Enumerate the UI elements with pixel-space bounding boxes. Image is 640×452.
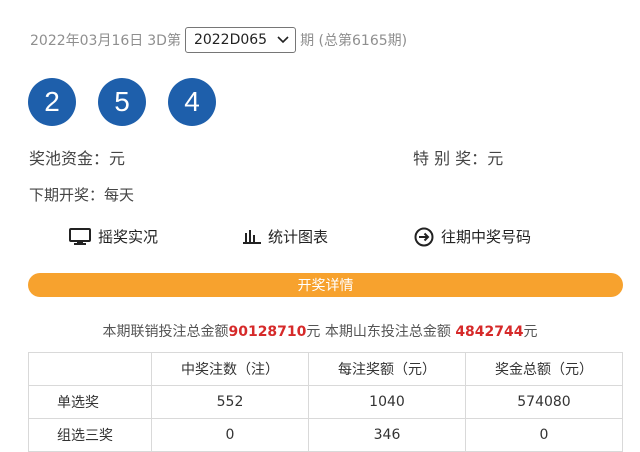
sales-suffix: 元	[523, 324, 538, 340]
prize-amount-cell: 1040	[308, 385, 466, 419]
sales-mid: 元 本期山东投注总金额	[306, 324, 456, 340]
monitor-icon	[69, 228, 91, 245]
winner-count-cell: 0	[151, 418, 309, 452]
pool-label: 奖池资金：	[29, 149, 110, 168]
arrow-circle-right-icon	[414, 227, 434, 247]
game-label: 3D第	[147, 33, 181, 49]
prize-name-cell: 单选奖	[28, 385, 152, 419]
table-row: 单选奖 552 1040 574080	[28, 385, 623, 419]
history-numbers-label: 往期中奖号码	[441, 228, 532, 246]
live-draw-label: 摇奖实况	[98, 228, 159, 246]
stats-chart-link[interactable]: 统计图表	[243, 226, 328, 247]
bar-chart-icon	[243, 229, 261, 245]
stats-chart-label: 统计图表	[268, 228, 329, 246]
number-ball: 2	[28, 78, 76, 126]
prize-table: 中奖注数（注） 每注奖额（元） 奖金总额（元） 单选奖 552 1040 574…	[28, 352, 623, 452]
shandong-sales-amount: 4842744	[455, 324, 524, 340]
issue-selected-value: 2022D065	[193, 32, 268, 48]
next-draw-value: 每天	[104, 186, 135, 204]
joint-sales-amount: 90128710	[228, 324, 307, 340]
table-header-row: 中奖注数（注） 每注奖额（元） 奖金总额（元）	[28, 352, 623, 386]
history-numbers-link[interactable]: 往期中奖号码	[414, 226, 531, 247]
number-ball: 4	[168, 78, 216, 126]
quick-links: 摇奖实况 统计图表 往期中奖号码	[0, 226, 640, 250]
period-text: 期 (总第6165期)	[300, 33, 408, 49]
table-header-cell	[28, 352, 152, 386]
number-ball: 5	[98, 78, 146, 126]
chevron-down-icon	[277, 34, 289, 47]
prize-total-cell: 574080	[465, 385, 623, 419]
live-draw-link[interactable]: 摇奖实况	[69, 226, 158, 247]
special-value: 元	[487, 149, 504, 168]
table-header-cell: 每注奖额（元）	[308, 352, 466, 386]
special-label: 特 别 奖：	[413, 149, 488, 168]
next-draw-info: 下期开奖：每天	[29, 184, 134, 205]
winner-count-cell: 552	[151, 385, 309, 419]
draw-details-bar[interactable]: 开奖详情	[28, 273, 623, 297]
pool-info: 奖池资金：元	[29, 145, 125, 169]
pool-value: 元	[109, 149, 126, 168]
prize-amount-cell: 346	[308, 418, 466, 452]
table-row: 组选三奖 0 346 0	[28, 418, 623, 452]
issue-select[interactable]: 2022D065	[184, 27, 297, 53]
table-header-cell: 奖金总额（元）	[465, 352, 623, 386]
sales-prefix: 本期联销投注总金额	[102, 324, 229, 340]
table-header-cell: 中奖注数（注）	[151, 352, 309, 386]
next-draw-label: 下期开奖：	[29, 186, 105, 204]
draw-info-line: 2022年03月16日 3D第 2022D065 期 (总第6165期)	[30, 27, 407, 53]
sales-summary: 本期联销投注总金额90128710元 本期山东投注总金额 4842744元	[0, 321, 640, 341]
prize-total-cell: 0	[465, 418, 623, 452]
draw-date: 2022年03月16日	[30, 33, 144, 49]
special-prize-info: 特 别 奖：元	[413, 145, 503, 169]
prize-name-cell: 组选三奖	[28, 418, 152, 452]
winning-numbers: 2 5 4	[28, 78, 216, 126]
